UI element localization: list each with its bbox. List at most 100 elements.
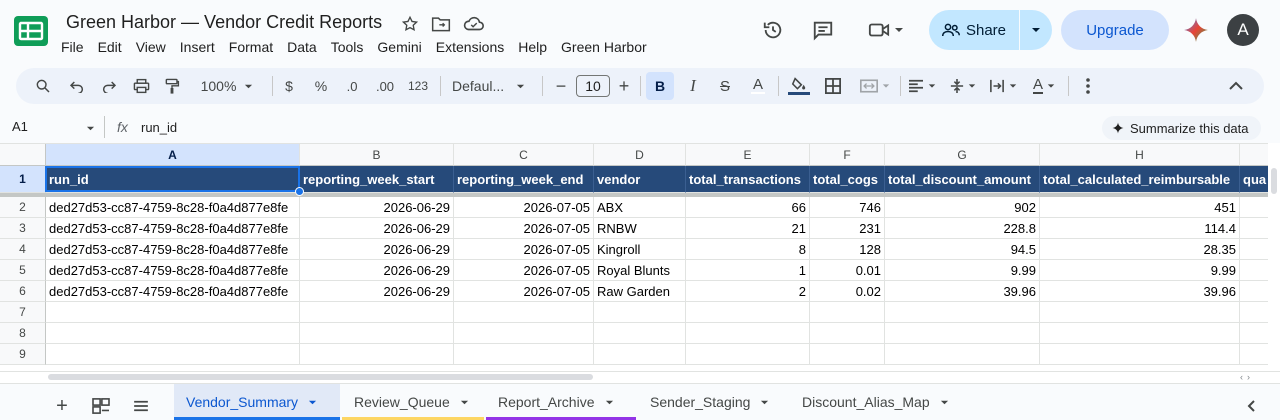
table-cell[interactable]: RNBW (594, 218, 686, 239)
print-icon[interactable] (130, 72, 152, 100)
header-cell[interactable]: reporting_week_end (454, 166, 594, 193)
table-cell[interactable] (46, 323, 300, 344)
table-cell[interactable] (594, 344, 686, 365)
sheets-logo-icon[interactable] (14, 16, 48, 46)
menu-edit[interactable]: Edit (91, 37, 129, 57)
menu-extensions[interactable]: Extensions (429, 37, 511, 57)
italic-icon[interactable]: I (680, 72, 706, 100)
sheet-tab-vendor-summary[interactable]: Vendor_Summary (174, 384, 340, 420)
table-cell[interactable] (885, 323, 1040, 344)
table-cell[interactable] (1240, 218, 1268, 239)
summarize-data-button[interactable]: Summarize this data (1102, 116, 1261, 140)
table-cell[interactable] (300, 302, 454, 323)
table-cell[interactable]: 9.99 (885, 260, 1040, 281)
table-cell[interactable]: 39.96 (1040, 281, 1240, 302)
row-header-7[interactable]: 7 (0, 302, 46, 323)
redo-icon[interactable] (98, 72, 120, 100)
currency-format-button[interactable]: $ (280, 72, 298, 100)
menu-gemini[interactable]: Gemini (370, 37, 428, 57)
decrease-font-size-icon[interactable]: − (552, 72, 570, 100)
more-formats-button[interactable]: 123 (406, 72, 430, 100)
menu-file[interactable]: File (54, 37, 91, 57)
percent-format-button[interactable]: % (312, 72, 330, 100)
row-header-2[interactable]: 2 (0, 197, 46, 218)
table-cell[interactable]: 128 (810, 239, 885, 260)
menu-data[interactable]: Data (280, 37, 324, 57)
chevron-down-icon[interactable] (605, 398, 614, 407)
header-cell[interactable]: total_calculated_reimbursable (1040, 166, 1240, 193)
table-cell[interactable]: Raw Garden (594, 281, 686, 302)
table-cell[interactable]: 0.01 (810, 260, 885, 281)
table-cell[interactable]: ABX (594, 197, 686, 218)
row-header-5[interactable]: 5 (0, 260, 46, 281)
column-header-h[interactable]: H (1040, 144, 1240, 166)
spreadsheet-grid[interactable]: A B C D E F G H 1 2 3 4 5 6 7 8 9 run_id reporting_week_st… (0, 143, 1268, 371)
table-cell[interactable] (810, 323, 885, 344)
menu-view[interactable]: View (129, 37, 173, 57)
table-cell[interactable]: 39.96 (885, 281, 1040, 302)
increase-decimal-button[interactable]: .00 (372, 72, 398, 100)
menu-help[interactable]: Help (511, 37, 554, 57)
header-cell[interactable]: total_cogs (810, 166, 885, 193)
column-header-f[interactable]: F (810, 144, 885, 166)
header-cell[interactable]: qua (1240, 166, 1268, 193)
table-cell[interactable] (1040, 344, 1240, 365)
chevron-down-icon[interactable] (460, 398, 469, 407)
meet-icon[interactable] (862, 14, 910, 46)
table-cell[interactable] (1240, 197, 1268, 218)
table-cell[interactable]: 231 (810, 218, 885, 239)
table-cell[interactable]: 66 (686, 197, 810, 218)
increase-font-size-icon[interactable]: + (615, 72, 633, 100)
row-header-6[interactable]: 6 (0, 281, 46, 302)
header-cell[interactable]: total_discount_amount (885, 166, 1040, 193)
table-cell[interactable] (454, 323, 594, 344)
cloud-saved-icon[interactable] (463, 13, 485, 35)
table-cell[interactable] (810, 344, 885, 365)
text-rotation-icon[interactable]: A (1026, 72, 1062, 100)
chevron-down-icon[interactable] (940, 398, 949, 407)
table-cell[interactable] (594, 302, 686, 323)
sheet-tab-report-archive[interactable]: Report_Archive (486, 384, 636, 420)
document-title[interactable]: Green Harbor — Vendor Credit Reports (66, 12, 382, 33)
column-header-g[interactable]: G (885, 144, 1040, 166)
select-all-corner[interactable] (0, 144, 46, 166)
star-icon[interactable] (399, 13, 421, 35)
borders-icon[interactable] (820, 72, 846, 100)
table-cell[interactable] (1240, 239, 1268, 260)
column-header-a[interactable]: A (46, 144, 300, 166)
table-cell[interactable]: 2026-06-29 (300, 197, 454, 218)
version-history-icon[interactable] (757, 14, 789, 46)
undo-icon[interactable] (66, 72, 88, 100)
row-header-8[interactable]: 8 (0, 323, 46, 344)
account-avatar[interactable]: A (1227, 14, 1259, 46)
table-cell[interactable] (300, 323, 454, 344)
table-cell[interactable] (454, 302, 594, 323)
table-cell[interactable] (1040, 323, 1240, 344)
formula-input[interactable]: run_id (141, 120, 177, 135)
font-family-select[interactable]: Defaul... (452, 72, 532, 100)
table-cell[interactable] (686, 323, 810, 344)
horizontal-align-icon[interactable] (904, 72, 940, 100)
table-cell[interactable]: Royal Blunts (594, 260, 686, 281)
table-cell[interactable]: 28.35 (1040, 239, 1240, 260)
column-header-b[interactable]: B (300, 144, 454, 166)
vertical-align-icon[interactable] (946, 72, 980, 100)
table-cell[interactable]: 21 (686, 218, 810, 239)
add-sheet-icon[interactable]: + (52, 392, 72, 420)
decrease-decimal-button[interactable]: .0 (340, 72, 364, 100)
table-cell[interactable]: 2026-06-29 (300, 260, 454, 281)
table-cell[interactable] (1040, 302, 1240, 323)
table-cell[interactable] (46, 344, 300, 365)
table-cell[interactable] (810, 302, 885, 323)
table-cell[interactable] (300, 344, 454, 365)
table-cell[interactable] (1240, 344, 1268, 365)
column-header-e[interactable]: E (686, 144, 810, 166)
table-cell[interactable]: 94.5 (885, 239, 1040, 260)
share-button[interactable]: Share (929, 10, 1019, 50)
upgrade-button[interactable]: Upgrade (1061, 10, 1169, 50)
text-color-icon[interactable]: A (745, 72, 771, 100)
table-cell[interactable]: 0.02 (810, 281, 885, 302)
all-sheets-icon[interactable] (90, 392, 112, 420)
table-cell[interactable]: 2026-07-05 (454, 239, 594, 260)
table-cell[interactable]: 2026-06-29 (300, 281, 454, 302)
